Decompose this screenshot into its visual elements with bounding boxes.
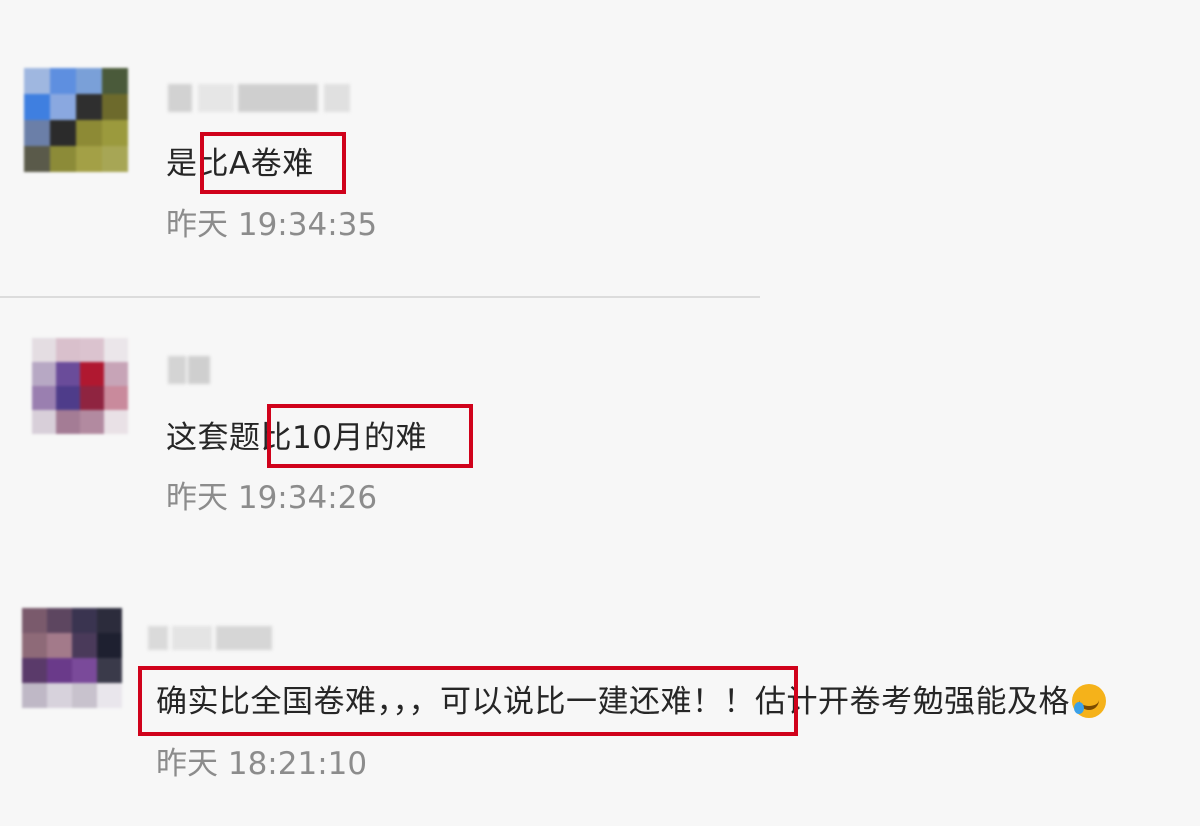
- avatar[interactable]: [32, 338, 128, 434]
- highlight-box: [138, 666, 798, 736]
- timestamp: 昨天 19:34:26: [166, 480, 378, 516]
- username-blurred: [168, 356, 214, 384]
- timestamp: 昨天 18:21:10: [156, 746, 368, 782]
- avatar[interactable]: [24, 68, 128, 172]
- crying-laughing-emoji-icon: [1072, 684, 1106, 718]
- username-blurred: [168, 84, 358, 112]
- highlight-box: [200, 132, 346, 194]
- divider: [0, 296, 760, 298]
- highlight-box: [267, 404, 473, 468]
- avatar[interactable]: [22, 608, 122, 708]
- username-blurred: [148, 626, 274, 650]
- timestamp: 昨天 19:34:35: [166, 207, 378, 243]
